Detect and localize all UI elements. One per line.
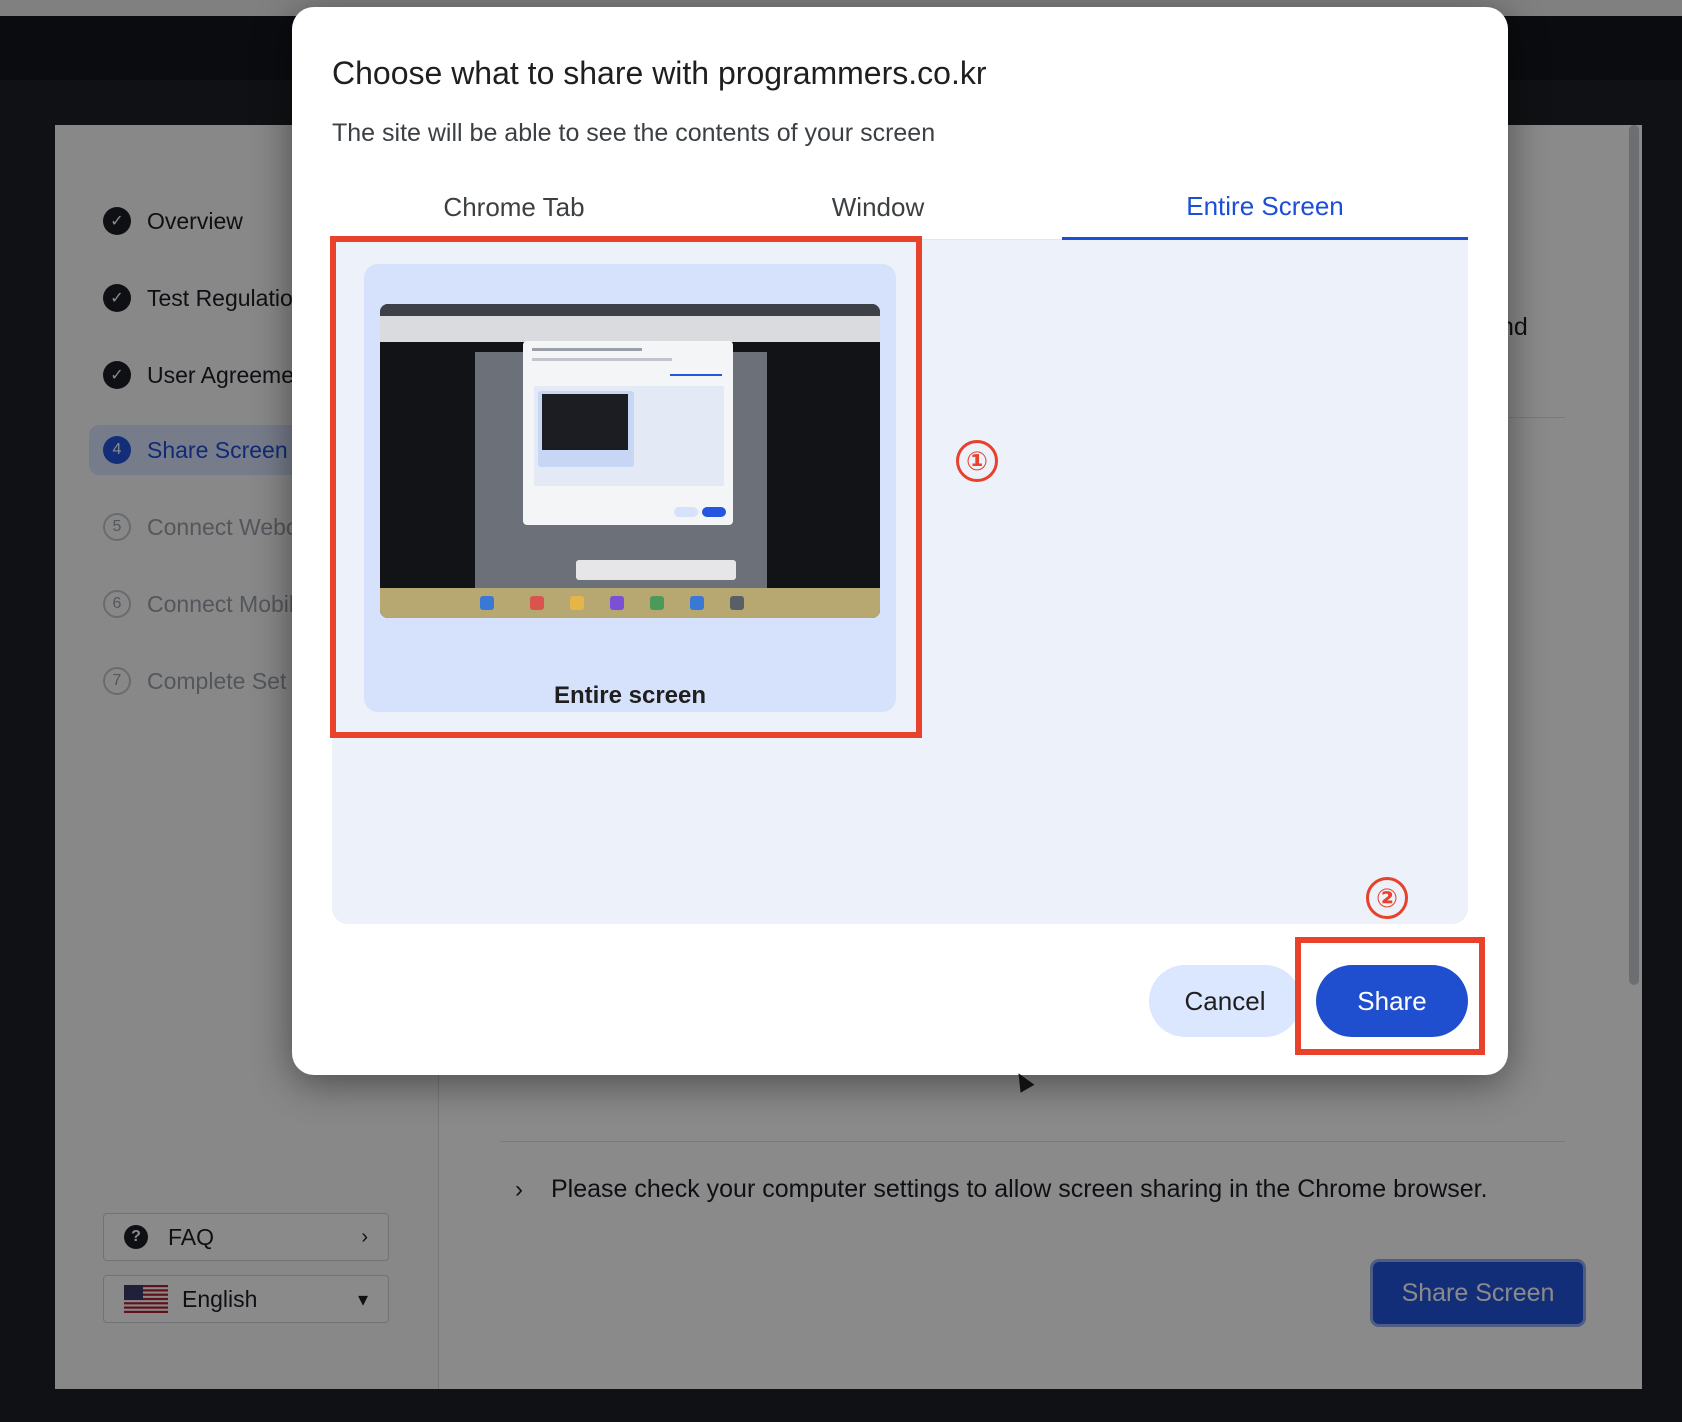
annotation-marker-1: ① [956,440,998,482]
tab-chrome-tab[interactable]: Chrome Tab [332,175,696,239]
cancel-button[interactable]: Cancel [1149,965,1301,1037]
dialog-subtitle: The site will be able to see the content… [332,119,936,147]
dialog-title: Choose what to share with programmers.co… [332,55,987,91]
tab-entire-screen[interactable]: Entire Screen [1062,175,1468,241]
annotation-marker-2: ② [1366,877,1408,919]
tab-window[interactable]: Window [696,175,1060,239]
source-tabs: Chrome Tab Window Entire Screen [332,175,1468,241]
highlight-box-source [330,236,922,738]
highlight-box-share [1295,937,1485,1055]
